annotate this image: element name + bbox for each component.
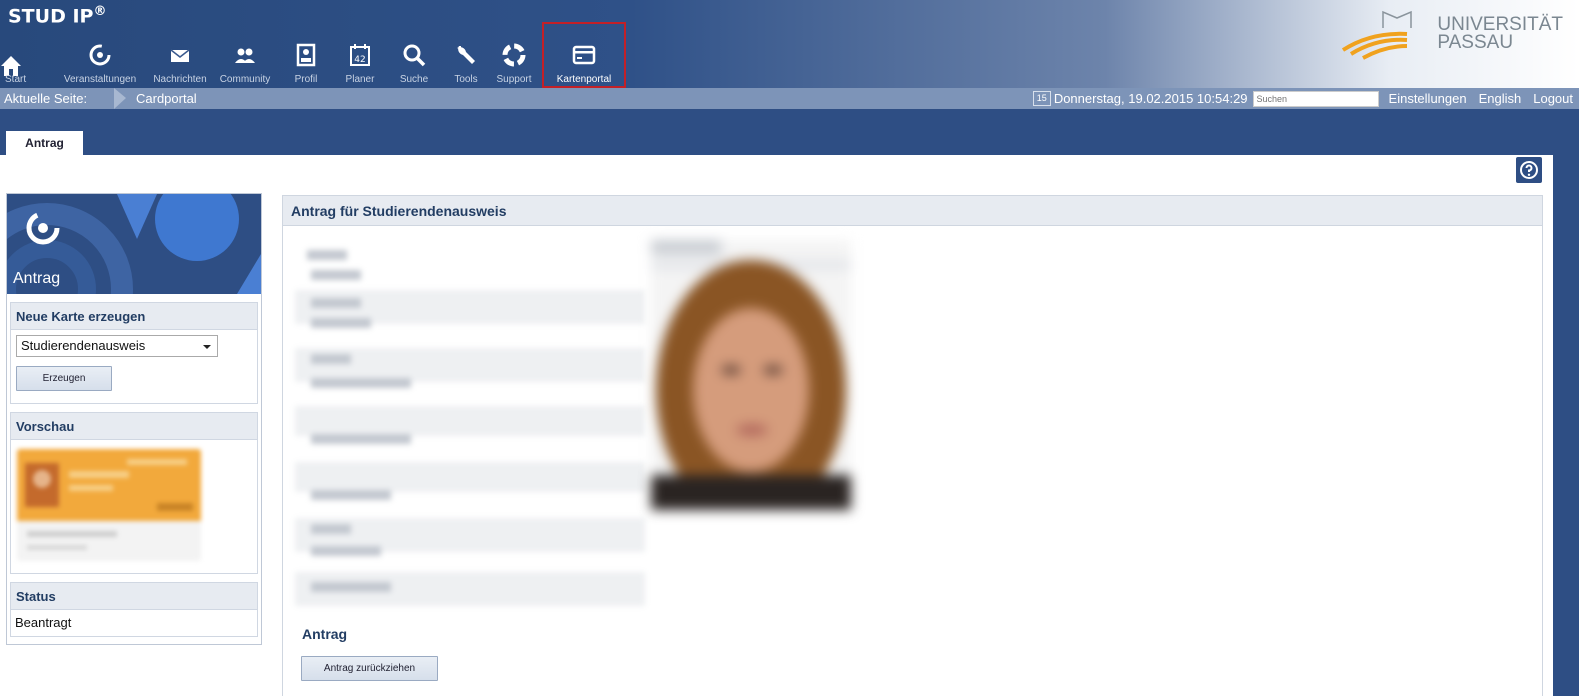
community-icon [235, 48, 255, 63]
language-link[interactable]: English [1479, 91, 1522, 106]
nav-item-suche[interactable]: Suche [386, 30, 442, 88]
section-label-antrag: Antrag [302, 626, 348, 642]
preview-widget: Vorschau [10, 412, 258, 574]
withdraw-application-button[interactable]: Antrag zurückziehen [301, 656, 438, 681]
application-details-redacted [295, 240, 645, 615]
nav-item-community[interactable]: Community [212, 30, 278, 88]
nav-item-planer[interactable]: 42 Planer [334, 30, 386, 88]
logout-link[interactable]: Logout [1533, 91, 1573, 106]
nav-item-profil[interactable]: Profil [278, 30, 334, 88]
header-bar: STUD IP® Start Veranstaltungen Nachricht… [0, 0, 1579, 88]
university-emblem-icon [1342, 10, 1413, 60]
breadcrumb-current-page[interactable]: Cardportal [136, 91, 197, 106]
seminar-icon [89, 44, 111, 66]
nav-item-tools[interactable]: Tools [442, 30, 490, 88]
card-preview-image [17, 449, 201, 561]
lifebuoy-icon [502, 43, 526, 67]
wrench-icon [457, 46, 475, 64]
nav-item-support[interactable]: Support [490, 30, 538, 88]
application-heading: Antrag für Studierendenausweis [283, 196, 1542, 226]
current-datetime: Donnerstag, 19.02.2015 10:54:29 [1053, 91, 1248, 106]
nav-item-veranstaltungen[interactable]: Veranstaltungen [52, 30, 148, 88]
create-card-button[interactable]: Erzeugen [16, 366, 112, 391]
main-navigation: Start Veranstaltungen Nachrichten Commun… [0, 22, 626, 88]
profile-icon [296, 43, 316, 67]
sidebar: Antrag Neue Karte erzeugen Studierendena… [6, 193, 262, 645]
chevron-down-icon [203, 345, 211, 349]
tab-bar: Antrag [0, 109, 1579, 155]
svg-text:42: 42 [354, 55, 365, 65]
breadcrumb-bar: Aktuelle Seite: Cardportal 15 Donnerstag… [0, 88, 1579, 109]
nav-item-kartenportal[interactable]: Kartenportal [542, 22, 626, 88]
help-button[interactable] [1516, 157, 1542, 183]
breadcrumb-arrow [114, 88, 126, 109]
applicant-photo [651, 240, 851, 510]
application-panel: Antrag für Studierendenausweis Antrag An… [282, 195, 1543, 696]
calendar-icon: 42 [350, 44, 370, 66]
new-card-widget: Neue Karte erzeugen Studierendenausweis … [10, 302, 258, 404]
right-edge-bar [1553, 155, 1579, 696]
card-type-selected: Studierendenausweis [21, 338, 146, 353]
sidebar-banner: Antrag [7, 194, 261, 294]
card-type-select[interactable]: Studierendenausweis [16, 335, 218, 357]
calendar-day-icon: 15 [1032, 91, 1051, 106]
sidebar-title: Antrag [13, 270, 61, 287]
university-name: UNIVERSITÄT PASSAU [1437, 14, 1563, 53]
quick-search-input[interactable] [1252, 90, 1379, 107]
preview-heading: Vorschau [11, 413, 257, 440]
new-card-heading: Neue Karte erzeugen [11, 303, 257, 330]
studip-logo[interactable]: STUD IP® [8, 4, 106, 27]
status-widget: Status Beantragt [10, 582, 258, 637]
search-icon [403, 44, 426, 67]
status-heading: Status [11, 583, 257, 610]
status-value: Beantragt [15, 615, 72, 630]
active-nav-highlight [542, 22, 626, 88]
nav-item-start[interactable]: Start [0, 30, 26, 88]
settings-link[interactable]: Einstellungen [1389, 91, 1467, 106]
topbar-right: 15 Donnerstag, 19.02.2015 10:54:29 Einst… [1032, 88, 1579, 109]
breadcrumb-label: Aktuelle Seite: [4, 91, 88, 106]
mail-icon [170, 49, 190, 62]
university-logo[interactable]: UNIVERSITÄT PASSAU [1341, 8, 1563, 60]
help-icon [1520, 161, 1538, 179]
nav-item-nachrichten[interactable]: Nachrichten [148, 30, 212, 88]
tab-antrag[interactable]: Antrag [6, 131, 83, 155]
